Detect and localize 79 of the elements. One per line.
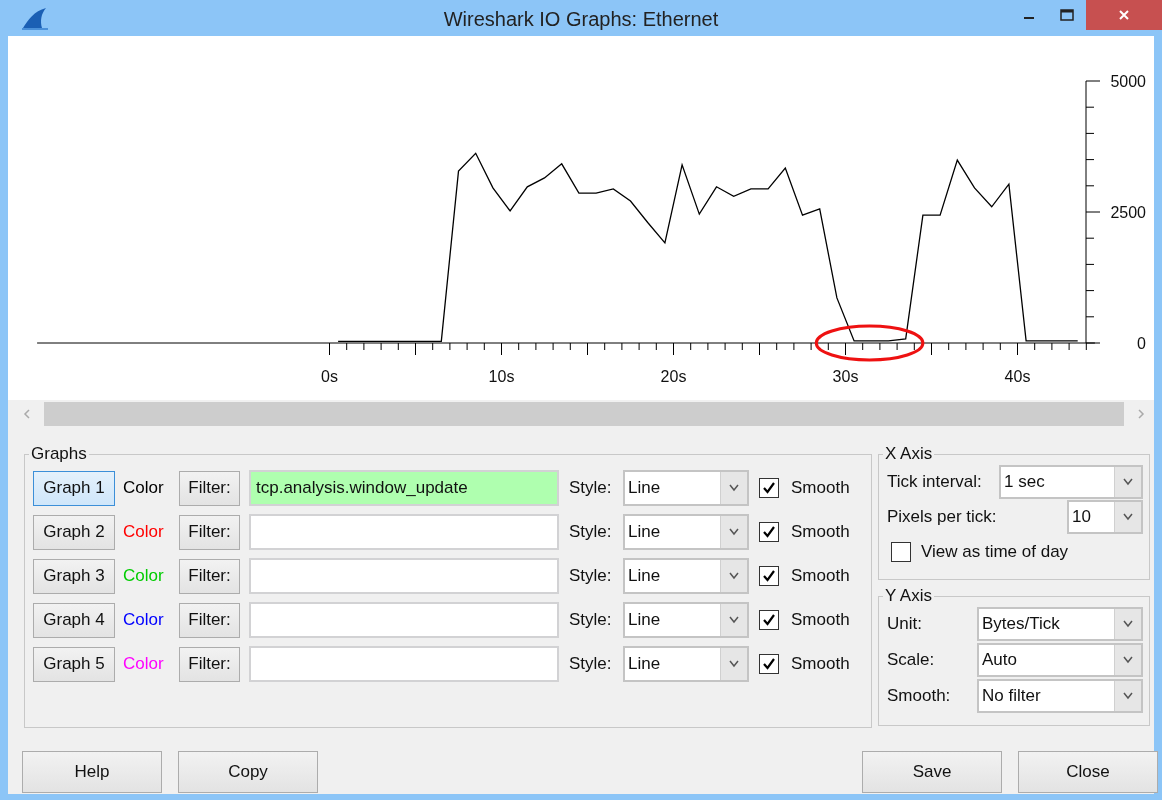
filter-button[interactable]: Filter:: [179, 646, 240, 682]
color-label[interactable]: Color: [123, 522, 179, 542]
x-tick-label: 20s: [660, 368, 687, 385]
field-label: Unit:: [887, 614, 922, 634]
y-tick-label: 5000: [1110, 73, 1146, 90]
graph-button[interactable]: Graph 4: [33, 602, 115, 638]
dropdown[interactable]: Bytes/Tick: [977, 607, 1143, 641]
tick-interval-label: Tick interval:: [887, 471, 982, 492]
pixels-per-tick-dropdown[interactable]: 10: [1067, 499, 1143, 534]
style-dropdown[interactable]: Line: [623, 602, 749, 638]
chevron-down-icon[interactable]: [1122, 512, 1134, 521]
smooth-checkbox[interactable]: [759, 610, 779, 630]
dialog-button[interactable]: Close: [1018, 751, 1158, 793]
close-icon[interactable]: [1118, 9, 1130, 21]
tick-interval-dropdown[interactable]: 1 sec: [999, 464, 1143, 499]
smooth-label: Smooth: [791, 522, 850, 542]
smooth-label: Smooth: [791, 654, 850, 674]
filter-button[interactable]: Filter:: [179, 602, 240, 638]
dropdown[interactable]: Auto: [977, 643, 1143, 677]
chevron-down-icon[interactable]: [728, 660, 740, 668]
style-dropdown[interactable]: Line: [623, 470, 749, 506]
shark-fin-icon: [20, 6, 50, 30]
filter-field[interactable]: [249, 602, 559, 638]
field-label: Smooth:: [887, 686, 951, 706]
x-tick-label: 40s: [1004, 368, 1031, 385]
smooth-checkbox[interactable]: [759, 478, 779, 498]
group-title: X Axis: [884, 444, 934, 464]
filter-field[interactable]: [249, 646, 559, 682]
smooth-checkbox[interactable]: [759, 566, 779, 586]
graph-button[interactable]: Graph 3: [33, 558, 115, 594]
smooth-label: Smooth: [791, 478, 850, 498]
filter-button[interactable]: Filter:: [179, 558, 240, 594]
y-tick-label: 2500: [1110, 204, 1146, 221]
chevron-down-icon[interactable]: [1122, 477, 1134, 486]
field-label: Scale:: [887, 650, 935, 670]
smooth-checkbox[interactable]: [759, 522, 779, 542]
style-label: Style:: [569, 566, 613, 586]
chevron-down-icon[interactable]: [728, 528, 740, 536]
smooth-label: Smooth: [791, 566, 850, 586]
smooth-checkbox[interactable]: [759, 654, 779, 674]
group-title: Y Axis: [884, 586, 933, 606]
chevron-down-icon[interactable]: [728, 572, 740, 580]
time-of-day-checkbox[interactable]: [891, 541, 911, 562]
filter-button[interactable]: Filter:: [179, 470, 240, 506]
chevron-down-icon[interactable]: [728, 616, 740, 624]
filter-field[interactable]: tcp.analysis.window_update: [249, 470, 559, 506]
graph-button[interactable]: Graph 1: [33, 470, 115, 506]
color-label[interactable]: Color: [123, 478, 179, 498]
x-tick-label: 10s: [488, 368, 515, 385]
graph-button[interactable]: Graph 2: [33, 514, 115, 550]
dialog-button[interactable]: Save: [862, 751, 1002, 793]
x-tick-label: 30s: [832, 368, 859, 385]
window-title: Wireshark IO Graphs: Ethernet: [443, 8, 719, 31]
chevron-down-icon[interactable]: [1122, 656, 1134, 664]
style-label: Style:: [569, 478, 613, 498]
dropdown[interactable]: No filter: [977, 679, 1143, 713]
chevron-down-icon[interactable]: [728, 484, 740, 492]
style-label: Style:: [569, 522, 613, 542]
time-of-day-label: View as time of day: [921, 541, 1069, 562]
dialog-button[interactable]: Help: [22, 751, 162, 793]
x-tick-label: 0s: [321, 368, 338, 385]
graph-button[interactable]: Graph 5: [33, 646, 115, 682]
filter-field[interactable]: [249, 514, 559, 550]
style-dropdown[interactable]: Line: [623, 514, 749, 550]
pixels-per-tick-label: Pixels per tick:: [887, 506, 997, 527]
color-label[interactable]: Color: [123, 610, 179, 630]
dialog-button[interactable]: Copy: [178, 751, 318, 793]
chevron-down-icon[interactable]: [1122, 620, 1134, 628]
style-label: Style:: [569, 610, 613, 630]
style-dropdown[interactable]: Line: [623, 558, 749, 594]
style-dropdown[interactable]: Line: [623, 646, 749, 682]
style-label: Style:: [569, 654, 613, 674]
y-tick-label: 0: [1137, 335, 1146, 352]
filter-button[interactable]: Filter:: [179, 514, 240, 550]
chevron-down-icon[interactable]: [1122, 692, 1134, 700]
smooth-label: Smooth: [791, 610, 850, 630]
group-title: Graphs: [30, 444, 88, 464]
maximize-icon[interactable]: [1060, 9, 1074, 21]
filter-field[interactable]: [249, 558, 559, 594]
